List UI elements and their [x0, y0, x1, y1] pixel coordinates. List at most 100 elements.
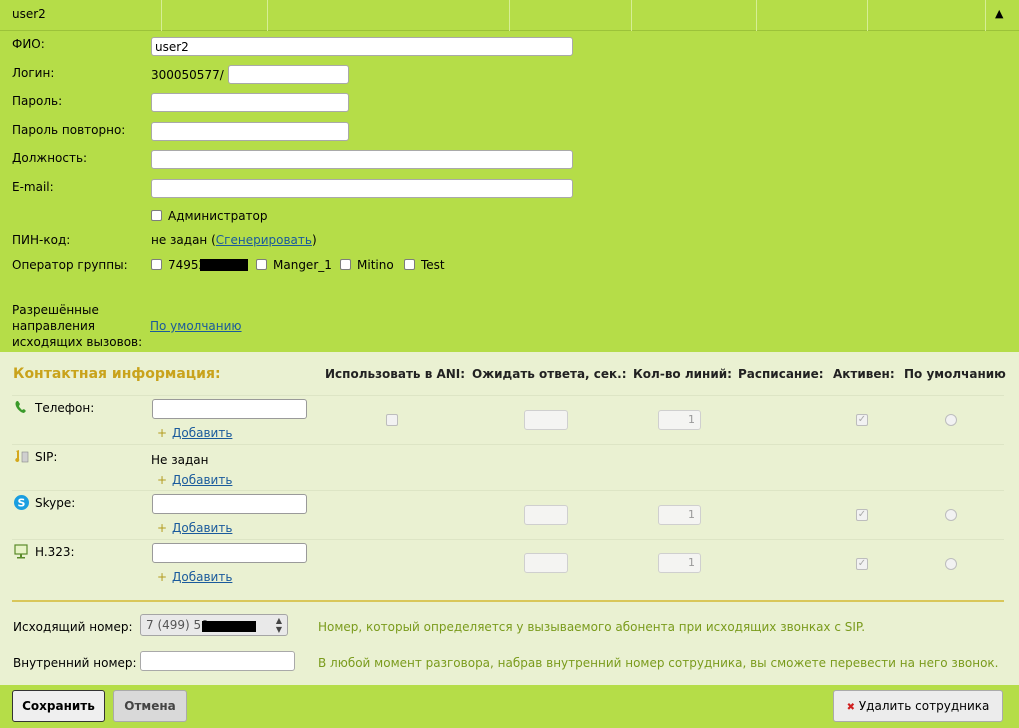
outgoing-number-hint: Номер, который определяется у вызываемог… [318, 620, 866, 634]
position-input[interactable] [151, 150, 573, 169]
add-skype-link[interactable]: Добавить [172, 521, 232, 535]
group-operator-label: Оператор группы: [12, 258, 128, 272]
phone-ani-checkbox[interactable] [386, 414, 398, 426]
admin-label: Администратор [168, 209, 268, 223]
internal-number-hint: В любой момент разговора, набрав внутрен… [318, 656, 999, 670]
save-button[interactable]: Сохранить [12, 690, 105, 722]
add-plus-icon: + [157, 426, 168, 440]
contact-section: Контактная информация: Использовать в AN… [0, 352, 1019, 685]
redaction-mark [200, 259, 248, 271]
row-divider [12, 490, 1004, 491]
password-repeat-input[interactable] [151, 122, 349, 141]
row-divider [12, 444, 1004, 445]
fio-input[interactable] [151, 37, 573, 56]
header-divider [631, 0, 632, 31]
login-input[interactable] [228, 65, 349, 84]
pin-value: не задан (Сгенерировать) [151, 233, 317, 247]
h323-label: H.323: [35, 545, 75, 559]
employee-title: user2 [12, 7, 46, 21]
add-plus-icon: + [157, 521, 168, 535]
h323-default-radio[interactable] [945, 558, 957, 570]
add-plus-icon: + [157, 570, 168, 584]
header-divider [161, 0, 162, 31]
group-checkbox-4[interactable] [404, 259, 415, 270]
col-header-default: По умолчанию [904, 367, 1006, 381]
position-label: Должность: [12, 151, 88, 165]
header-divider [509, 0, 510, 31]
add-h323-link[interactable]: Добавить [172, 570, 232, 584]
skype-input[interactable] [152, 494, 307, 514]
pin-close-paren: ) [311, 233, 317, 247]
phone-active-checkbox[interactable]: ✓ [856, 414, 868, 426]
skype-default-radio[interactable] [945, 509, 957, 521]
email-input[interactable] [151, 179, 573, 198]
fio-label: ФИО: [12, 37, 45, 51]
login-prefix: 300050577/ [151, 68, 224, 82]
row-divider [12, 395, 1004, 396]
group-label-2: Manger_1 [273, 258, 332, 272]
h323-wait-input[interactable] [524, 553, 568, 573]
h323-lines-input[interactable]: 1 [658, 553, 701, 573]
email-label: E-mail: [12, 180, 54, 194]
collapse-arrow-icon[interactable]: ▲ [995, 7, 1003, 20]
delete-x-icon: ✖ [846, 702, 856, 713]
phone-icon [15, 401, 26, 413]
pin-status: не задан ( [151, 233, 216, 247]
h323-active-checkbox[interactable]: ✓ [856, 558, 868, 570]
allowed-directions-line2: направления [12, 319, 96, 333]
outgoing-number-label: Исходящий номер: [13, 620, 133, 634]
login-label: Логин: [12, 66, 55, 80]
redaction-mark [202, 621, 256, 632]
password-repeat-label: Пароль повторно: [12, 123, 126, 137]
group-checkbox-1[interactable] [151, 259, 162, 270]
contact-section-title: Контактная информация: [13, 366, 221, 382]
header-divider [985, 0, 986, 31]
header-divider [867, 0, 868, 31]
footer-bar: Сохранить Отмена ✖ Удалить сотрудника [0, 685, 1019, 728]
admin-checkbox[interactable] [151, 210, 162, 221]
allowed-directions-line3: исходящих вызовов: [12, 335, 143, 349]
h323-icon [14, 544, 28, 559]
password-input[interactable] [151, 93, 349, 112]
allowed-directions-label: Разрешённые направления исходящих вызовов: [12, 302, 142, 350]
section-divider [12, 600, 1004, 602]
col-header-active: Активен: [833, 367, 895, 381]
pin-generate-link[interactable]: Сгенерировать [216, 233, 312, 247]
col-header-schedule: Расписание: [738, 367, 824, 381]
cancel-button[interactable]: Отмена [113, 690, 187, 722]
internal-number-label: Внутренний номер: [13, 656, 137, 670]
sip-status: Не задан [151, 453, 209, 467]
delete-employee-button[interactable]: ✖ Удалить сотрудника [833, 690, 1003, 722]
add-sip-link[interactable]: Добавить [172, 473, 232, 487]
group-checkbox-2[interactable] [256, 259, 267, 270]
delete-employee-label: Удалить сотрудника [858, 699, 990, 713]
phone-wait-input[interactable] [524, 410, 568, 430]
skype-active-checkbox[interactable]: ✓ [856, 509, 868, 521]
sip-icon [15, 450, 29, 463]
employee-header[interactable]: user2 ▲ [0, 0, 1019, 31]
skype-icon: S [14, 495, 29, 510]
group-checkbox-3[interactable] [340, 259, 351, 270]
outgoing-number-value: 7 (499) 50 [146, 618, 209, 632]
col-header-lines: Кол-во линий: [633, 367, 732, 381]
group-label-4: Test [421, 258, 445, 272]
allowed-directions-line1: Разрешённые [12, 303, 99, 317]
header-divider [267, 0, 268, 31]
group-label-3: Mitino [357, 258, 394, 272]
h323-input[interactable] [152, 543, 307, 563]
phone-default-radio[interactable] [945, 414, 957, 426]
header-divider [756, 0, 757, 31]
skype-wait-input[interactable] [524, 505, 568, 525]
phone-lines-input[interactable]: 1 [658, 410, 701, 430]
skype-lines-input[interactable]: 1 [658, 505, 701, 525]
row-divider [12, 539, 1004, 540]
allowed-directions-default-link[interactable]: По умолчанию [150, 319, 242, 333]
pin-label: ПИН-код: [12, 233, 71, 247]
add-phone-link[interactable]: Добавить [172, 426, 232, 440]
col-header-wait: Ожидать ответа, сек.: [472, 367, 627, 381]
col-header-ani: Использовать в ANI: [325, 367, 466, 381]
phone-input[interactable] [152, 399, 307, 419]
skype-label: Skype: [35, 496, 76, 510]
password-label: Пароль: [12, 94, 63, 108]
internal-number-input[interactable] [140, 651, 295, 671]
